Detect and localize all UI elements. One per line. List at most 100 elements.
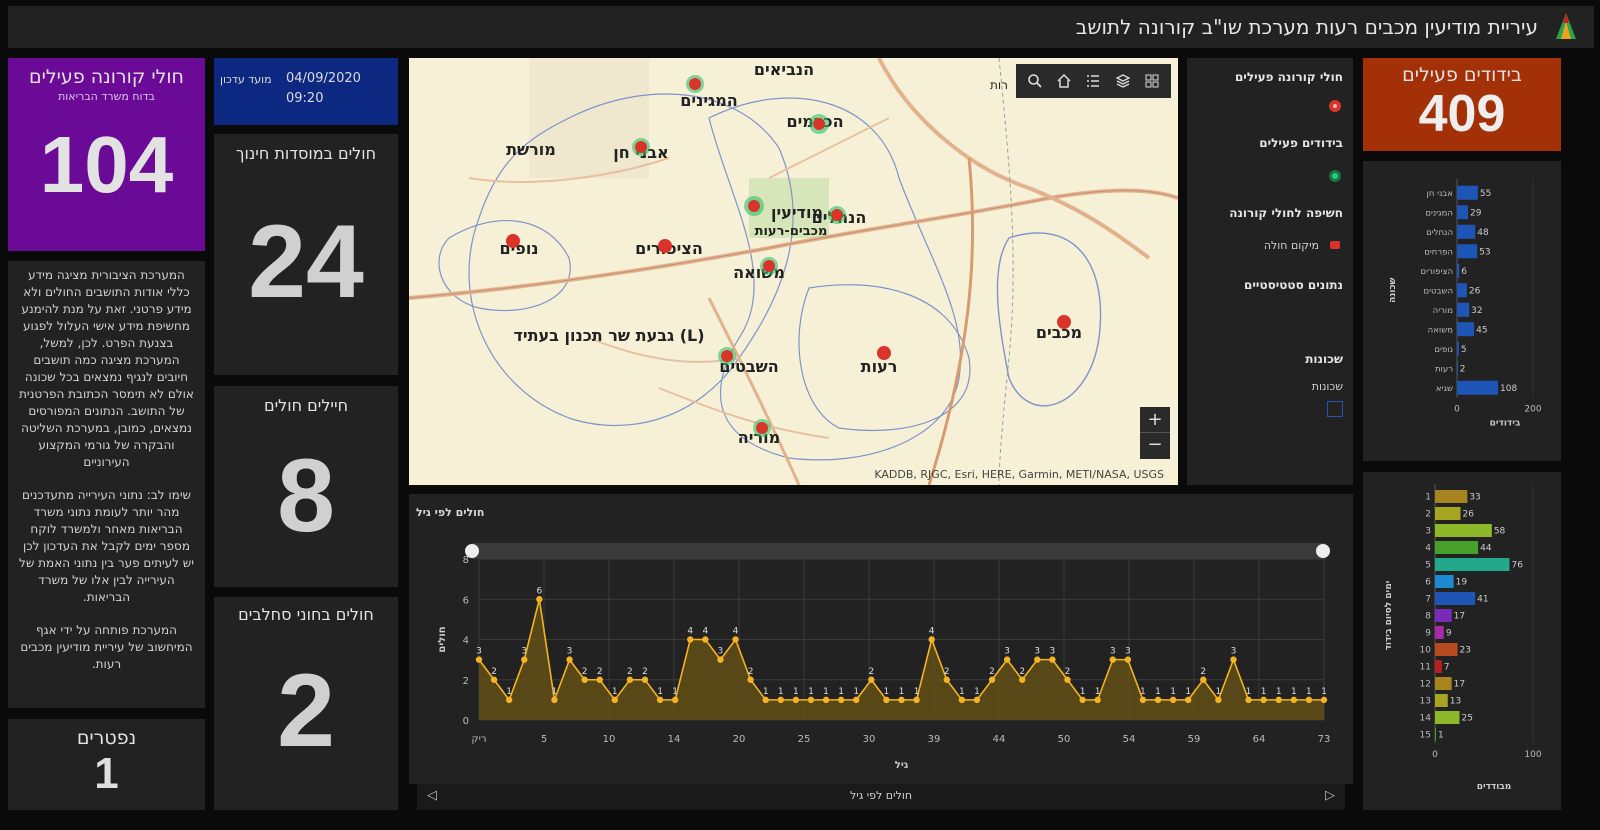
data-point [1200,676,1207,683]
data-label: 1 [1185,687,1191,697]
zoom-out-button[interactable]: − [1140,433,1170,459]
data-point [566,656,573,663]
category-label: הפרחים [1424,247,1453,257]
update-label: מועד עדכון [220,73,272,86]
data-point [551,696,558,704]
data-point [1034,656,1041,663]
data-label: 2 [1019,667,1025,677]
data-point [1305,696,1313,704]
data-label: 4 [733,627,739,637]
data-point [822,696,830,704]
chart-next-icon[interactable]: ▷ [1325,788,1335,803]
data-point [717,656,724,663]
info-paragraph-notice: שימו לב: נתוני העירייה מתעדכנים מהר יותר… [19,488,194,604]
basemap-gallery-icon[interactable] [1144,73,1160,89]
data-point [792,696,800,704]
home-icon[interactable] [1056,73,1072,89]
active-patients-subtitle: בדוח משרד הבריאות [58,90,155,103]
map-panel[interactable]: הנביאים המגינים הכרמים מורשת אבני חן מוד… [409,58,1178,485]
y-tick-label: 6 [463,595,469,606]
age-chart-footer: ◁ חולים לפי גיל ▷ [417,784,1345,810]
category-label: 3 [1425,527,1431,537]
legend-exposure-row: מיקום חולה [1197,238,1343,252]
bar [1457,185,1478,200]
data-label: 1 [1246,687,1252,697]
data-label: 58 [1494,527,1506,537]
y-axis-label: חולים [437,626,448,652]
days-remaining-chart: 1 332 263 584 445 766 197 418 179 910 2311 712 1713 1… [1384,484,1542,792]
data-point [475,656,483,663]
category-label: 7 [1425,595,1431,605]
legend-neighborhoods-label: שכונות [1311,380,1343,393]
neighborhood-isolation-chart-panel: אבני חן 55 המגינים 29 הנחלים 48 הפרחים 53 הציפור… [1363,161,1561,461]
search-icon[interactable] [1027,73,1043,89]
data-point [490,676,498,683]
map-canvas[interactable]: הנביאים המגינים הכרמים מורשת אבני חן מוד… [409,58,1178,485]
data-point [943,676,950,683]
data-label: 2 [944,667,950,677]
data-point [853,696,860,704]
data-label: 1 [1080,687,1086,697]
data-point [1230,656,1237,663]
layers-icon[interactable] [1115,73,1131,89]
x-tick-label: 14 [668,734,681,745]
data-label: 1 [914,687,920,697]
map-label-reut: רעות [861,357,898,376]
x-tick-label: 39 [928,734,941,745]
patient-marker-icon [718,347,736,365]
list-icon[interactable] [1085,73,1101,89]
category-label: מוריה [1433,306,1453,316]
data-label: 5 [1461,345,1467,355]
x-tick-label: 200 [1524,405,1541,415]
data-label: 1 [1261,687,1267,697]
data-label: 1 [1140,687,1146,697]
data-point [1109,656,1116,663]
zoom-in-button[interactable]: + [1140,407,1170,433]
deceased-title: נפטרים [76,727,137,749]
neighborhood-isolation-chart: אבני חן 55 המגינים 29 הנחלים 48 הפרחים 53 הציפור… [1388,179,1542,429]
data-label: 1 [657,687,663,697]
data-label: 2 [989,667,995,677]
bar [1435,694,1448,707]
isolation-value: 409 [1418,85,1506,143]
series-line [478,599,1324,704]
data-label: 1 [1321,687,1327,697]
soldiers-value: 8 [277,438,335,554]
category-label: 8 [1425,612,1431,622]
category-label: אבני חן [1427,189,1453,199]
patient-marker-icon [809,114,829,134]
category-label: רעות [1435,364,1453,374]
patient-marker-icon [1329,100,1341,112]
data-label: 1 [808,687,814,697]
x-tick-label: ריק [472,734,487,745]
bar [1457,341,1459,356]
data-label: 32 [1471,306,1482,316]
data-label: 48 [1477,228,1489,238]
data-point [626,676,634,683]
deceased-value: 1 [94,749,119,798]
data-label: 2 [748,667,754,677]
patient-marker-icon [686,75,704,93]
legend-exposure-label: מיקום חולה [1263,238,1319,252]
data-label: 4 [929,627,935,637]
data-label: 2 [597,667,603,677]
legend-neighborhoods-heading: שכונות [1305,352,1343,366]
data-point [1320,696,1328,704]
isolation-marker-icon [1329,170,1341,182]
category-label: 2 [1425,510,1431,520]
data-label: 29 [1470,208,1482,218]
bar [1457,263,1460,278]
bar [1457,322,1475,337]
data-point [1064,676,1071,683]
isolation-card: בידודים פעילים 409 [1363,58,1561,151]
data-point [1094,696,1101,704]
isolation-title: בידודים פעילים [1402,64,1522,86]
data-label: 108 [1500,384,1517,394]
data-point [702,636,709,643]
data-point [958,696,966,704]
age-chart-title: חולים לפי גיל [416,506,484,519]
data-point [1124,656,1132,663]
category-label: 13 [1420,697,1431,707]
data-label: 2 [1065,667,1071,677]
data-point [581,676,588,683]
